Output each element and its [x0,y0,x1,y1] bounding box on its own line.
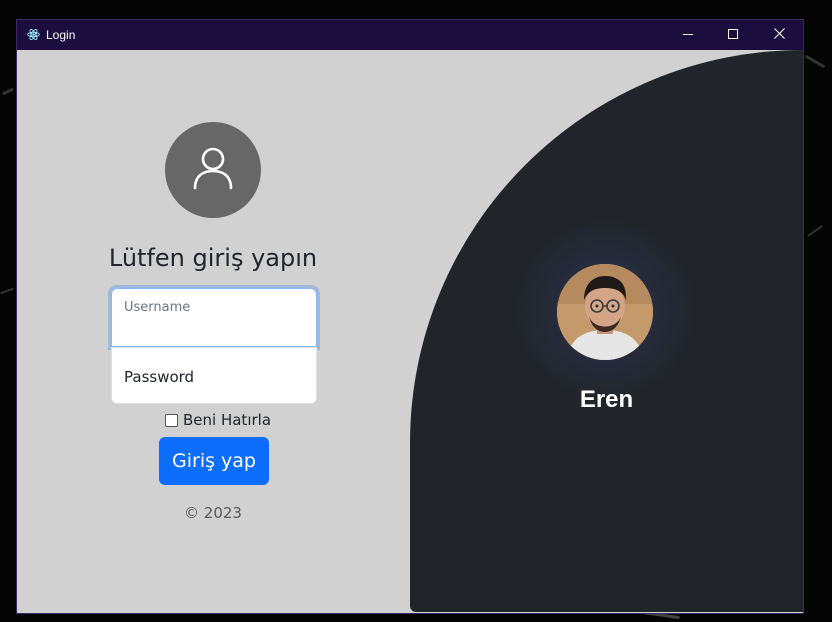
close-icon [773,26,785,44]
window-content: Lütfen giriş yapın Username Password Ben… [17,50,803,613]
profile-panel: Eren [410,50,803,612]
profile-photo [557,264,653,360]
password-placeholder: Password [124,368,195,386]
user-avatar [165,122,261,218]
remember-checkbox[interactable] [165,413,178,427]
title-bar[interactable]: Login [17,20,803,50]
electron-icon [27,28,40,41]
maximize-icon [728,26,738,44]
maximize-button[interactable] [710,20,756,50]
login-window: Login Lütfen giriş yapın Username Passwo… [16,19,804,614]
username-input[interactable] [123,317,303,337]
username-field[interactable]: Username [111,288,317,347]
user-icon [193,146,233,195]
login-heading: Lütfen giriş yapın [108,244,318,272]
window-title: Login [46,28,76,42]
login-form: Lütfen giriş yapın Username Password Ben… [17,50,409,613]
password-field[interactable]: Password [111,347,317,404]
copyright-text: © 2023 [184,504,242,522]
remember-label[interactable]: Beni Hatırla [183,411,271,429]
profile-name: Eren [579,386,634,413]
minimize-icon [683,26,693,44]
login-button[interactable]: Giriş yap [159,437,269,485]
username-label: Username [124,300,191,315]
remember-me[interactable]: Beni Hatırla [165,410,271,430]
minimize-button[interactable] [665,20,711,50]
close-button[interactable] [756,20,802,50]
